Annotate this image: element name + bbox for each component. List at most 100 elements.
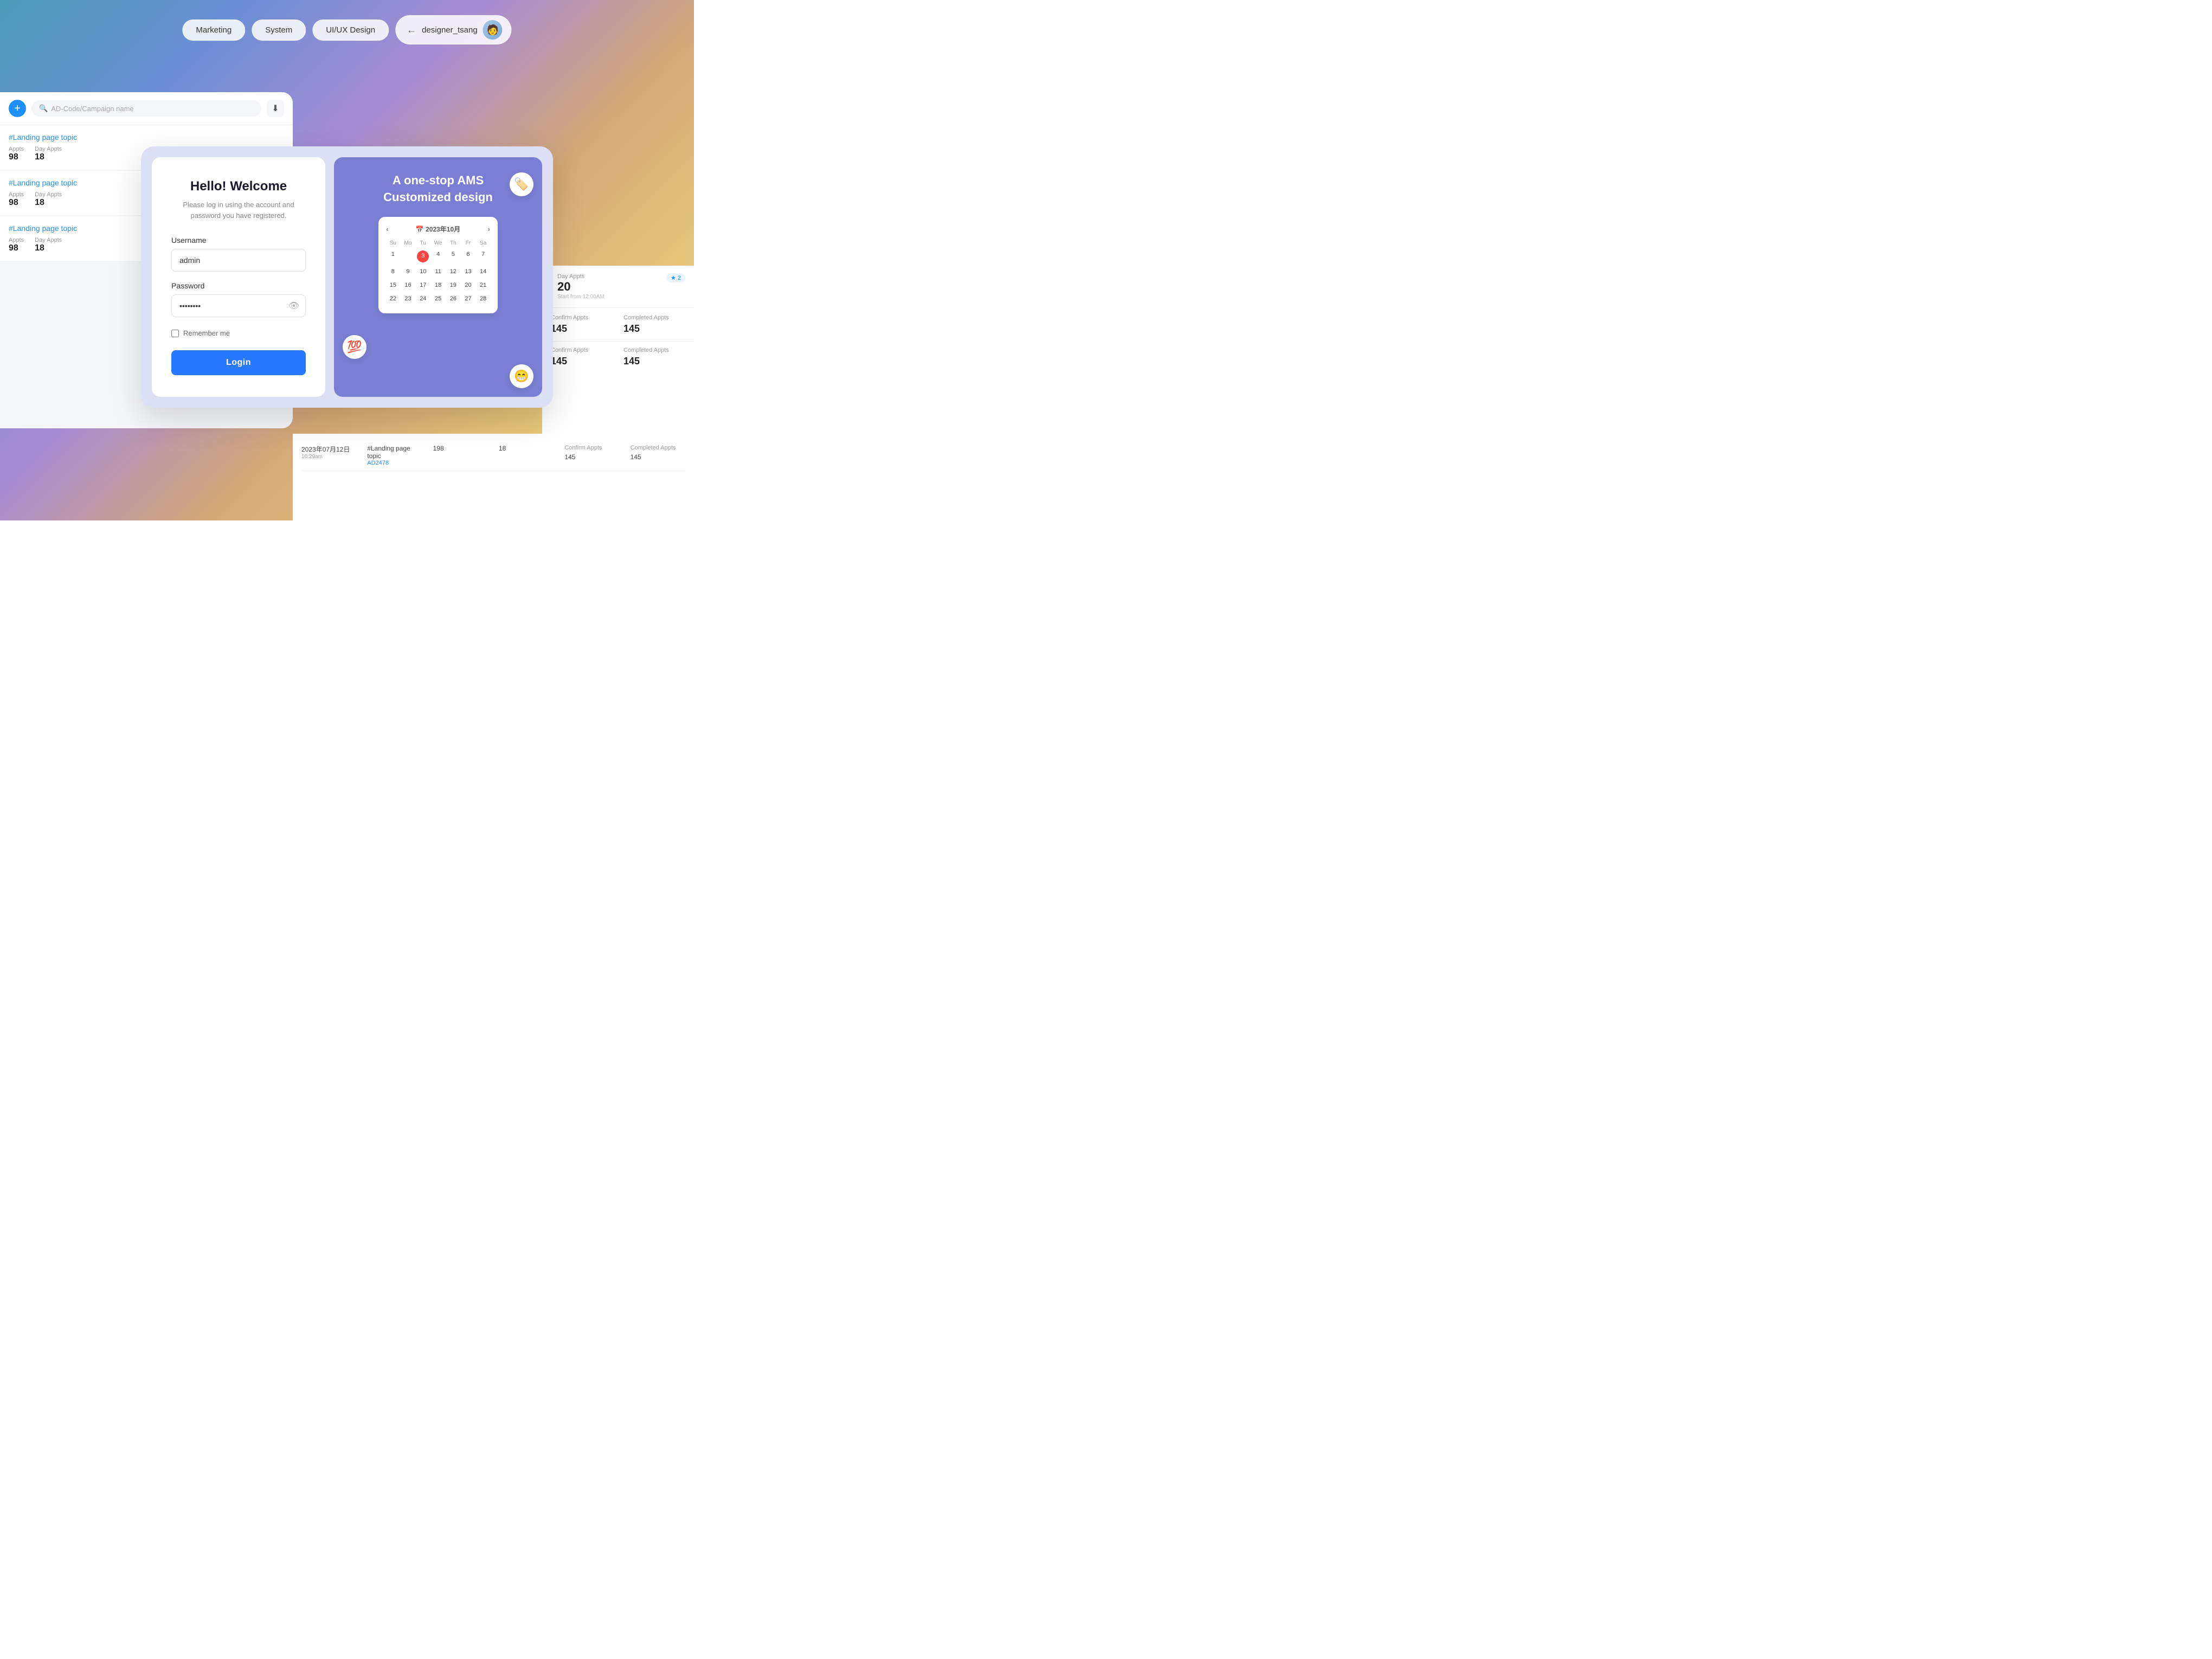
cal-prev-btn[interactable]: ‹	[386, 224, 389, 233]
day-appts-value-3: 18	[35, 243, 62, 253]
password-form-group: Password 👁	[171, 281, 306, 317]
download-button[interactable]: ⬇	[267, 100, 284, 117]
cal-header-tu: Tu	[416, 239, 430, 247]
cal-day-1[interactable]: 1	[386, 248, 400, 265]
add-button[interactable]: +	[9, 100, 26, 117]
cal-day-4[interactable]: 4	[431, 248, 445, 265]
cal-day-18[interactable]: 18	[431, 279, 445, 292]
nav-system[interactable]: System	[252, 20, 306, 41]
table-confirm-col: Confirm Appts 145	[564, 445, 619, 466]
login-title: Hello! Welcome	[171, 179, 306, 194]
appts-value-2: 98	[9, 198, 24, 208]
table-topic: #Landing page topic	[367, 445, 422, 460]
remember-label: Remember me	[183, 329, 230, 337]
remember-checkbox[interactable]	[171, 330, 179, 337]
cal-day-9[interactable]: 9	[401, 266, 415, 278]
campaign-link-1[interactable]: #Landing page topic	[9, 133, 284, 142]
cal-next-btn[interactable]: ›	[487, 224, 490, 233]
cal-day-12[interactable]: 12	[446, 266, 460, 278]
table-code-link[interactable]: AD2478	[367, 460, 422, 466]
table-date-col: 2023年07月12日 10:29am	[301, 445, 356, 466]
completed-appts-label: Completed Appts	[623, 314, 685, 321]
promo-badge-smile: 😁	[510, 364, 533, 388]
appts-value-3: 98	[9, 243, 24, 253]
appts-label-1: Appts	[9, 146, 24, 152]
login-subtitle: Please log in using the account andpassw…	[171, 200, 306, 221]
calendar-header: ‹ 📅 2023年10月 ›	[386, 224, 490, 234]
login-button[interactable]: Login	[171, 350, 306, 375]
cal-day-24[interactable]: 24	[416, 293, 430, 305]
cal-header-sa: Sa	[476, 239, 490, 247]
table-date: 2023年07月12日	[301, 445, 356, 454]
cal-day-22[interactable]: 22	[386, 293, 400, 305]
bottom-table-panel: 2023年07月12日 10:29am #Landing page topic …	[293, 434, 694, 520]
cal-day-21[interactable]: 21	[476, 279, 490, 292]
cal-day-8[interactable]: 8	[386, 266, 400, 278]
table-time: 10:29am	[301, 454, 356, 460]
password-wrapper: 👁	[171, 294, 306, 317]
promo-panel: A one-stop AMSCustomized design 🏷️ ‹ 📅 2…	[334, 157, 542, 397]
cal-day-15[interactable]: 15	[386, 279, 400, 292]
cal-day-27[interactable]: 27	[461, 293, 475, 305]
completed-appts-label2: Completed Appts	[623, 347, 685, 353]
table-completed: 145	[631, 453, 685, 461]
avatar: 🧑	[483, 20, 503, 40]
cal-day-25[interactable]: 25	[431, 293, 445, 305]
confirm-appts-label2: Confirm Appts	[551, 347, 613, 353]
cal-day-3-today[interactable]: 3	[416, 248, 430, 265]
table-row: 2023年07月12日 10:29am #Landing page topic …	[301, 440, 685, 471]
promo-badge-top: 🏷️	[510, 172, 533, 196]
confirm-appts-value2: 145	[551, 356, 613, 367]
cal-day-28[interactable]: 28	[476, 293, 490, 305]
cal-day-11[interactable]: 11	[431, 266, 445, 278]
day-appts-stat-value: 20	[557, 280, 662, 294]
cal-day-6[interactable]: 6	[461, 248, 475, 265]
cal-day-5[interactable]: 5	[446, 248, 460, 265]
promo-badge-100: 💯	[343, 335, 366, 359]
right-bottom-stats: Confirm Appts 145 Completed Appts 145	[542, 308, 694, 341]
cal-day-20[interactable]: 20	[461, 279, 475, 292]
table-day-appts: 18	[499, 445, 554, 452]
search-bar[interactable]: 🔍 AD-Code/Campaign name	[31, 100, 261, 117]
top-navigation: Marketing System UI/UX Design ← designer…	[182, 15, 511, 44]
day-appts-stat: Day Appts 20 Start from 12:00AM ★ 2	[542, 266, 694, 308]
cal-header-th: Th	[446, 239, 460, 247]
cal-day-17[interactable]: 17	[416, 279, 430, 292]
username-form-group: Username	[171, 236, 306, 272]
table-confirm-label: Confirm Appts	[564, 445, 619, 451]
nav-uiux[interactable]: UI/UX Design	[312, 20, 389, 41]
appts-label-3: Appts	[9, 237, 24, 243]
cal-day-13[interactable]: 13	[461, 266, 475, 278]
back-arrow-icon: ←	[407, 24, 416, 36]
table-day-appts-col: 18	[499, 445, 554, 466]
password-input[interactable]	[171, 294, 306, 317]
cal-day-23[interactable]: 23	[401, 293, 415, 305]
appts-value-1: 98	[9, 152, 24, 162]
remember-me-row: Remember me	[171, 329, 306, 337]
day-appts-value-2: 18	[35, 198, 62, 208]
cal-month-label: 📅 2023年10月	[416, 224, 460, 234]
cal-day-10[interactable]: 10	[416, 266, 430, 278]
cal-header-we: We	[431, 239, 445, 247]
tag-badge: ★ 2	[666, 273, 685, 282]
username-label: designer_tsang	[422, 25, 478, 35]
cal-day-empty	[401, 248, 415, 265]
day-appts-label-1: Day Appts	[35, 146, 62, 152]
cal-day-16[interactable]: 16	[401, 279, 415, 292]
cal-day-19[interactable]: 19	[446, 279, 460, 292]
username-input[interactable]	[171, 249, 306, 272]
nav-user-pill[interactable]: ← designer_tsang 🧑	[395, 15, 512, 44]
dashboard-header: + 🔍 AD-Code/Campaign name ⬇	[0, 92, 293, 125]
cal-day-14[interactable]: 14	[476, 266, 490, 278]
day-appts-stat-label: Day Appts	[557, 273, 662, 280]
nav-marketing[interactable]: Marketing	[182, 20, 245, 41]
table-appts: 198	[433, 445, 488, 452]
confirm-appts-value: 145	[551, 323, 613, 335]
cal-day-26[interactable]: 26	[446, 293, 460, 305]
cal-day-7[interactable]: 7	[476, 248, 490, 265]
day-appts-label-2: Day Appts	[35, 191, 62, 198]
calendar-grid: Su Mo Tu We Th Fr Sa 1 3 4 5 6 7 8 9 10 …	[386, 239, 490, 306]
password-toggle-icon[interactable]: 👁	[288, 300, 299, 311]
day-appts-value-1: 18	[35, 152, 62, 162]
table-completed-label: Completed Appts	[631, 445, 685, 451]
